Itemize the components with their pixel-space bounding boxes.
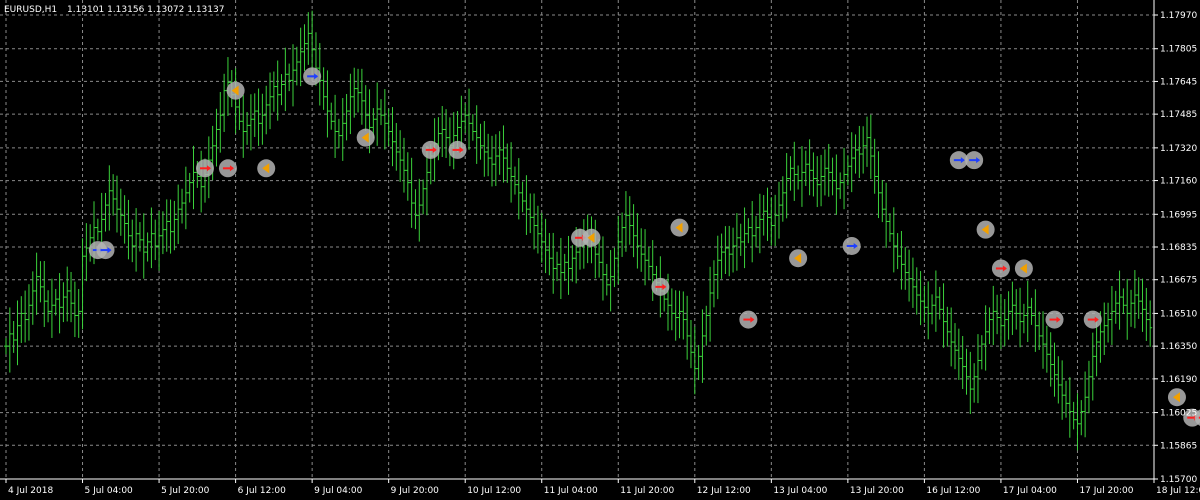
y-tick-label: 1.17485	[1160, 110, 1197, 120]
x-tick-label: 6 Jul 12:00	[238, 486, 287, 496]
y-tick-label: 1.17160	[1160, 177, 1197, 187]
y-tick-label: 1.17805	[1160, 45, 1197, 55]
y-tick-label: 1.16510	[1160, 309, 1197, 319]
x-tick-label: 4 Jul 2018	[8, 486, 53, 496]
x-tick-label: 11 Jul 20:00	[620, 486, 674, 496]
y-tick-label: 1.17970	[1160, 11, 1197, 21]
x-tick-label: 17 Jul 04:00	[1003, 486, 1057, 496]
ohlc-readout: 1.13101 1.13156 1.13072 1.13137	[67, 5, 224, 15]
y-tick-label: 1.16675	[1160, 276, 1197, 286]
axes-layer: 1.17970 1.17805 1.17645 1.17485 1.17320 1.171…	[0, 0, 1200, 496]
y-tick-label: 1.16190	[1160, 375, 1197, 385]
y-tick-label: 1.16350	[1160, 342, 1197, 352]
y-tick-label: 1.15700	[1160, 475, 1197, 485]
x-tick-label: 5 Jul 04:00	[85, 486, 134, 496]
y-tick-label: 1.16995	[1160, 210, 1197, 220]
x-tick-label: 10 Jul 12:00	[467, 486, 521, 496]
x-tick-label: 18 Jul 12:00	[1156, 486, 1200, 496]
y-tick-label: 1.16835	[1160, 243, 1197, 253]
chart-title: EURUSD,H1	[4, 5, 57, 15]
x-tick-label: 5 Jul 20:00	[161, 486, 210, 496]
x-tick-label: 17 Jul 20:00	[1079, 486, 1133, 496]
y-tick-label: 1.16025	[1160, 409, 1197, 419]
y-tick-label: 1.17645	[1160, 77, 1197, 87]
x-tick-label: 13 Jul 20:00	[850, 486, 904, 496]
y-tick-label: 1.15865	[1160, 441, 1197, 451]
x-tick-label: 11 Jul 04:00	[544, 486, 598, 496]
y-tick-label: 1.17320	[1160, 144, 1197, 154]
chart-root: 1.17970 1.17805 1.17645 1.17485 1.17320 1.171…	[0, 0, 1200, 500]
x-tick-label: 12 Jul 12:00	[697, 486, 751, 496]
price-chart: 1.17970 1.17805 1.17645 1.17485 1.17320 1.171…	[0, 0, 1200, 496]
x-tick-label: 16 Jul 12:00	[926, 486, 980, 496]
x-tick-label: 9 Jul 04:00	[314, 486, 363, 496]
x-tick-label: 9 Jul 20:00	[391, 486, 440, 496]
x-tick-label: 13 Jul 04:00	[773, 486, 827, 496]
